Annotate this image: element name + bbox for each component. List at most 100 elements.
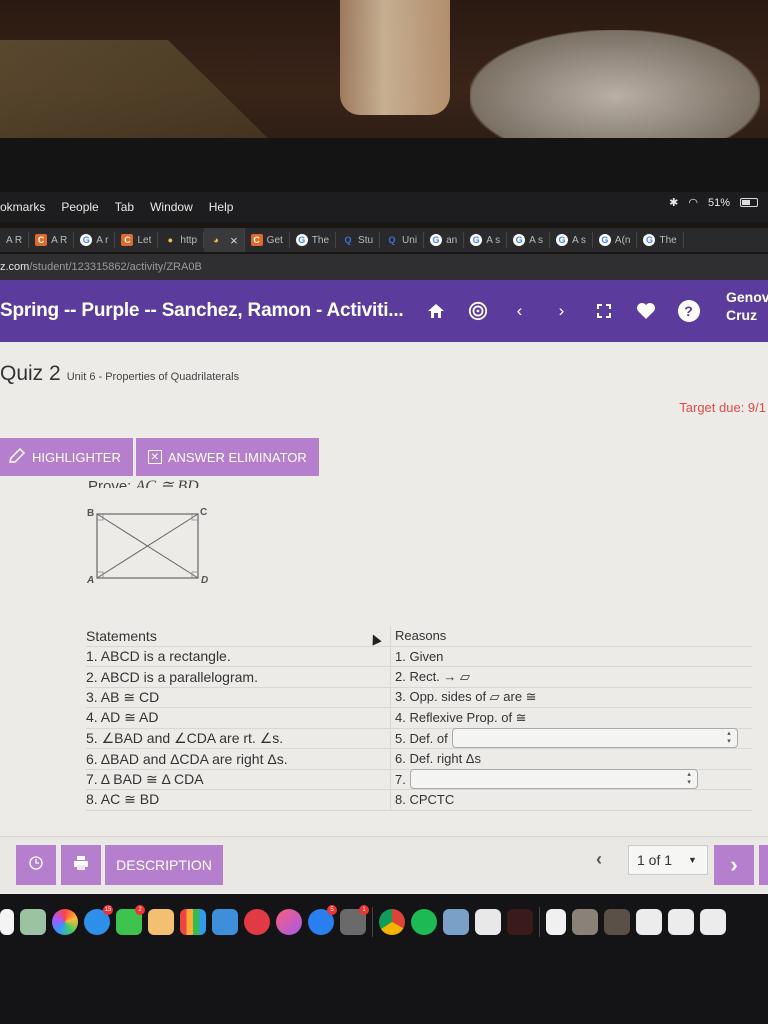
help-icon[interactable]: ?: [677, 300, 700, 322]
browser-tab[interactable]: Q Uni: [380, 232, 425, 248]
itunes-icon[interactable]: [276, 909, 302, 935]
screenshot-file-icon[interactable]: [700, 909, 726, 935]
image-file-icon[interactable]: [604, 909, 630, 935]
pages-icon[interactable]: [148, 909, 174, 935]
system-preferences-icon[interactable]: 1: [340, 905, 369, 935]
preview-icon[interactable]: [443, 909, 469, 935]
home-icon[interactable]: [426, 301, 446, 321]
close-tab-icon[interactable]: ×: [230, 233, 238, 248]
menu-window[interactable]: Window: [150, 200, 193, 214]
forward-icon[interactable]: ›: [552, 301, 572, 321]
reminders-icon[interactable]: [0, 909, 14, 935]
user-first-name: Genov: [726, 289, 768, 305]
tab-label: A s: [572, 234, 586, 246]
numbers-icon[interactable]: [180, 909, 206, 935]
flash-icon[interactable]: [507, 909, 533, 935]
browser-tab[interactable]: GA s: [507, 232, 550, 248]
messages-icon[interactable]: 15: [84, 905, 113, 935]
photos-icon[interactable]: [52, 909, 78, 935]
browser-tab[interactable]: CA R: [29, 232, 75, 248]
browser-tab[interactable]: GA s: [464, 232, 508, 248]
tab-label: A s: [529, 234, 543, 246]
user-name[interactable]: Genov Cruz: [726, 288, 768, 324]
browser-tab[interactable]: G A(n: [593, 232, 638, 248]
statement-7: 7. Δ BAD ≅ Δ CDA: [86, 770, 204, 787]
pencil-icon: [8, 447, 26, 467]
dock: 15 2 5 1: [0, 898, 768, 946]
textedit-icon[interactable]: [475, 909, 501, 935]
screenshot-file-icon[interactable]: [636, 909, 662, 935]
tab-strip: A RCA RGA r C Let ● http ◕ × C Get G The Q Stu Q Uni Ga…: [0, 228, 768, 252]
wifi-icon[interactable]: ◠: [688, 196, 698, 209]
status-area: ✱ ◠ 51%: [669, 196, 758, 209]
menu-help[interactable]: Help: [209, 200, 234, 214]
browser-tab[interactable]: G The: [290, 232, 337, 248]
proof-row: 7. Δ BAD ≅ Δ CDA 7.: [86, 769, 752, 790]
tab-label: Uni: [402, 234, 418, 246]
page-title: Spring -- Purple -- Sanchez, Ramon - Act…: [0, 300, 404, 321]
image-file-icon[interactable]: [572, 909, 598, 935]
timer-button[interactable]: [16, 845, 56, 885]
next-page-button[interactable]: ›: [714, 845, 754, 885]
target-icon[interactable]: [468, 301, 488, 321]
tab-label: Stu: [358, 234, 374, 246]
browser-tab[interactable]: GA s: [550, 232, 593, 248]
browser-tab[interactable]: ● http: [158, 232, 205, 248]
cup-background: [340, 0, 450, 115]
reason-5-select[interactable]: [451, 728, 738, 749]
statement-5: 5. ∠BAD and ∠CDA are rt. ∠s.: [86, 729, 284, 746]
quiz-unit: Unit 6 - Properties of Quadrilaterals: [66, 371, 240, 383]
prev-page-button[interactable]: ‹: [596, 849, 602, 870]
extra-button[interactable]: [759, 845, 768, 885]
browser-tab[interactable]: G The: [637, 232, 684, 248]
answer-eliminator-button[interactable]: ✕ ANSWER ELIMINATOR: [135, 438, 319, 476]
browser-tab[interactable]: GA r: [74, 232, 116, 248]
print-button[interactable]: [61, 845, 101, 885]
proof-row: 2. ABCD is a parallelogram. 2. Rect. → ▱: [86, 667, 752, 688]
tab-label: The: [311, 234, 330, 246]
maps-icon[interactable]: [20, 909, 46, 935]
browser-tab[interactable]: Gan: [424, 232, 465, 248]
statement-6: 6. ΔBAD and ΔCDA are right Δs.: [86, 750, 288, 767]
back-icon[interactable]: ‹: [510, 301, 530, 321]
bottom-bar: DESCRIPTION ‹ 1 of 1 ▼ ›: [0, 836, 768, 892]
menu-people[interactable]: People: [61, 200, 98, 214]
browser-tab[interactable]: C Get: [245, 232, 290, 248]
tab-label: http: [180, 234, 198, 246]
news-icon[interactable]: [244, 909, 270, 935]
quiz-title: Quiz 2: [0, 362, 61, 385]
document-icon[interactable]: [546, 909, 566, 935]
facetime-icon[interactable]: 2: [116, 905, 145, 935]
page-select[interactable]: 1 of 1 ▼: [628, 845, 708, 875]
battery-icon[interactable]: [740, 198, 758, 207]
menu-bookmarks[interactable]: okmarks: [0, 200, 45, 214]
address-bar[interactable]: z.com /student/123315862/activity/ZRA0B: [0, 254, 768, 280]
screenshot-file-icon[interactable]: [668, 909, 694, 935]
spotify-icon[interactable]: [411, 909, 437, 935]
chrome-icon[interactable]: [379, 909, 405, 935]
bluetooth-icon[interactable]: ✱: [669, 196, 678, 209]
app-store-icon[interactable]: 5: [308, 905, 337, 935]
c-favicon-icon: C: [250, 234, 263, 246]
target-due: Target due: 9/1: [679, 400, 766, 415]
browser-tab[interactable]: ◕ ×: [204, 228, 245, 252]
menu-tab[interactable]: Tab: [115, 200, 134, 214]
c-favicon-icon: C: [121, 234, 134, 246]
fullscreen-icon[interactable]: [594, 301, 614, 321]
reason-6: 6. Def. right Δs: [390, 749, 752, 769]
keynote-icon[interactable]: [212, 909, 238, 935]
reason-7-select[interactable]: [409, 769, 698, 790]
highlighter-button[interactable]: HIGHLIGHTER: [0, 438, 133, 476]
google-favicon-icon: G: [643, 234, 656, 246]
heart-icon[interactable]: [636, 301, 656, 321]
proof-row: 1. ABCD is a rectangle. 1. Given: [86, 646, 752, 667]
browser-tab[interactable]: C Let: [115, 232, 159, 248]
prove-statement: Prove: AC ≅ BD: [88, 476, 199, 488]
prove-math: AC ≅ BD: [135, 478, 199, 488]
browser-tab[interactable]: A R: [0, 232, 30, 248]
tab-label: A R: [6, 234, 23, 246]
description-button[interactable]: DESCRIPTION: [105, 845, 223, 885]
browser-tab[interactable]: Q Stu: [336, 232, 381, 248]
c-favicon-icon: C: [35, 234, 48, 246]
bag-background: [470, 30, 760, 140]
